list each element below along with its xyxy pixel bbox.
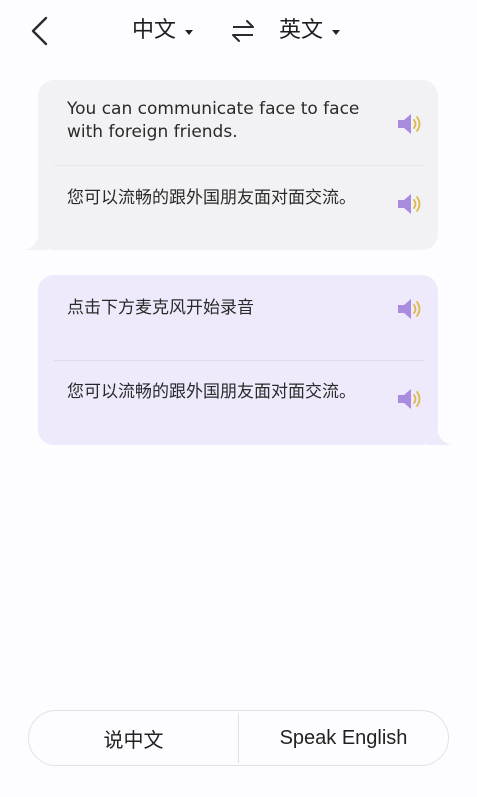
caret-down-icon [185, 29, 194, 35]
source-text: 点击下方麦克风开始录音 [67, 298, 254, 318]
message-bubble-right: 点击下方麦克风开始录音 您可以流畅的跟外国朋友面对面交流。 [38, 275, 452, 445]
top-bar: 中文 英文 [0, 0, 477, 64]
message-bubble-left: You can communicate face to face with fo… [24, 80, 438, 250]
source-language-selector[interactable]: 中文 [132, 15, 194, 47]
bubble-tail [24, 238, 48, 250]
speak-chinese-button[interactable]: 说中文 [29, 711, 238, 765]
back-icon[interactable] [26, 14, 56, 48]
speaker-icon[interactable] [396, 192, 424, 216]
speaker-icon[interactable] [396, 297, 424, 321]
caret-down-icon [332, 29, 341, 35]
bubble-tail [428, 433, 452, 445]
speak-button-bar: 说中文 Speak English [28, 710, 449, 766]
speaker-icon[interactable] [396, 112, 424, 136]
translated-text: 您可以流畅的跟外国朋友面对面交流。 [67, 382, 356, 402]
source-language-label: 中文 [132, 18, 177, 43]
divider [54, 165, 424, 166]
speak-english-button[interactable]: Speak English [239, 711, 448, 765]
swap-arrows-icon[interactable] [230, 18, 256, 44]
target-language-selector[interactable]: 英文 [279, 15, 341, 47]
source-text: You can communicate face to face with fo… [67, 99, 360, 142]
speaker-icon[interactable] [396, 387, 424, 411]
translated-text: 您可以流畅的跟外国朋友面对面交流。 [67, 188, 356, 208]
divider [54, 360, 424, 361]
target-language-label: 英文 [279, 18, 324, 43]
